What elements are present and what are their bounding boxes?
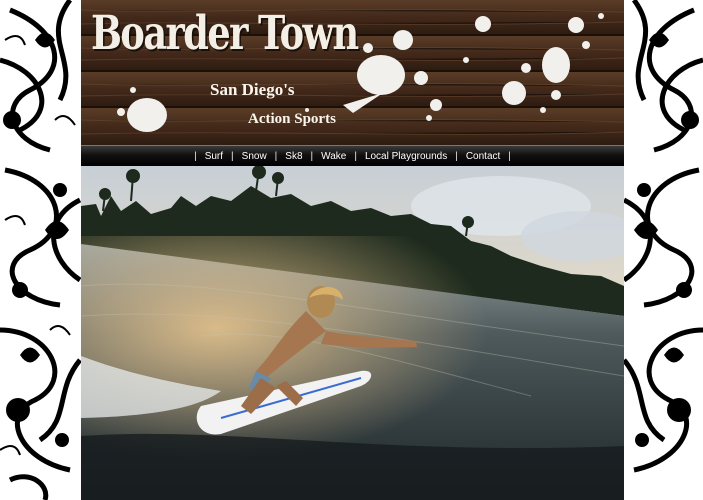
nav-item-local-playgrounds[interactable]: Local Playgrounds (365, 151, 447, 162)
nav-item-wake[interactable]: Wake (321, 151, 346, 162)
nav-item-contact[interactable]: Contact (466, 151, 500, 162)
floral-ornament-icon (624, 0, 703, 473)
hero-photo-surfer (81, 166, 624, 500)
site-header: Boarder Town San Diego's Action Sports (81, 0, 624, 145)
nav-separator: | (508, 150, 511, 162)
nav-separator: | (231, 150, 234, 162)
nav-item-sk8[interactable]: Sk8 (285, 151, 302, 162)
main-nav: | Surf | Snow | Sk8 | Wake | Local Playg… (81, 145, 624, 166)
tagline-line-1: San Diego's (210, 80, 295, 99)
nav-separator: | (274, 150, 278, 162)
right-floral-border (624, 0, 703, 500)
main-column: Boarder Town San Diego's Action Sports |… (81, 0, 624, 500)
tagline-line-2: Action Sports (248, 111, 336, 127)
nav-separator: | (455, 150, 458, 162)
nav-separator: | (310, 150, 314, 162)
nav-item-snow[interactable]: Snow (242, 151, 267, 162)
nav-separator: | (194, 150, 197, 162)
nav-item-surf[interactable]: Surf (205, 151, 223, 162)
floral-ornament-icon (0, 0, 81, 500)
site-logo[interactable]: Boarder Town (91, 6, 359, 61)
nav-separator: | (354, 150, 357, 162)
left-floral-border (0, 0, 81, 500)
